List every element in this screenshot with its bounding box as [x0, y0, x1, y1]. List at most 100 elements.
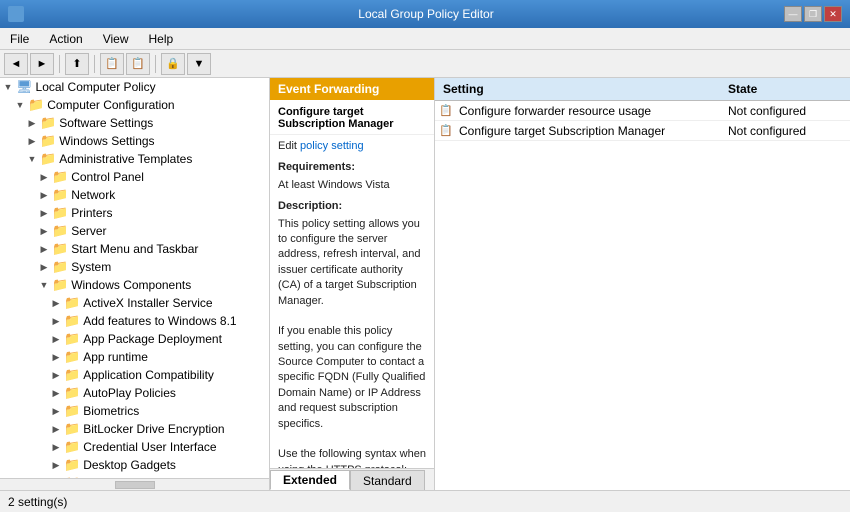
expand-btn-windows-settings[interactable]: ▶: [24, 136, 40, 147]
settings-row-0[interactable]: 📋 Configure forwarder resource usage Not…: [435, 101, 850, 121]
tree-item-network[interactable]: ▶📁Network: [0, 186, 269, 204]
tree-item-windows-settings[interactable]: ▶📁Windows Settings: [0, 132, 269, 150]
expand-btn-biometrics[interactable]: ▶: [48, 406, 64, 417]
folder-icon-app-package: 📁: [64, 331, 80, 347]
expand-btn-desktop-gadgets[interactable]: ▶: [48, 460, 64, 471]
main-area: ▼🖥Local Computer Policy▼📁Computer Config…: [0, 78, 850, 490]
tree-content: ▼🖥Local Computer Policy▼📁Computer Config…: [0, 78, 269, 478]
tree-item-system[interactable]: ▶📁System: [0, 258, 269, 276]
menu-bar: File Action View Help: [0, 28, 850, 50]
description-content: This policy setting allows you to config…: [278, 217, 426, 468]
tree-item-software-settings[interactable]: ▶📁Software Settings: [0, 114, 269, 132]
forward-button[interactable]: ►: [30, 53, 54, 75]
tree-label-desktop-gadgets: Desktop Gadgets: [83, 458, 176, 472]
menu-action[interactable]: Action: [43, 30, 88, 48]
settings-header: Setting State: [435, 78, 850, 101]
expand-btn-network[interactable]: ▶: [36, 190, 52, 201]
tree-item-desktop-gadgets[interactable]: ▶📁Desktop Gadgets: [0, 456, 269, 474]
properties-button[interactable]: 📋: [126, 53, 150, 75]
settings-row-1[interactable]: 📋 Configure target Subscription Manager …: [435, 121, 850, 141]
menu-view[interactable]: View: [97, 30, 135, 48]
tree-item-autoplay[interactable]: ▶📁AutoPlay Policies: [0, 384, 269, 402]
close-button[interactable]: ✕: [824, 6, 842, 22]
restore-button[interactable]: ❐: [804, 6, 822, 22]
tree-item-start-menu-taskbar[interactable]: ▶📁Start Menu and Taskbar: [0, 240, 269, 258]
tree-item-printers[interactable]: ▶📁Printers: [0, 204, 269, 222]
policy-setting-link[interactable]: policy setting: [300, 140, 364, 152]
folder-icon-start-menu-taskbar: 📁: [52, 241, 68, 257]
requirements-title: Requirements:: [278, 160, 426, 175]
tab-standard[interactable]: Standard: [350, 470, 425, 490]
tree-item-activex-installer[interactable]: ▶📁ActiveX Installer Service: [0, 294, 269, 312]
expand-btn-app-compat[interactable]: ▶: [48, 370, 64, 381]
tab-extended[interactable]: Extended: [270, 470, 350, 490]
tree-label-app-runtime: App runtime: [83, 350, 148, 364]
show-hide-button[interactable]: 📋: [100, 53, 124, 75]
expand-btn-autoplay[interactable]: ▶: [48, 388, 64, 399]
expand-btn-windows-components[interactable]: ▼: [36, 280, 52, 290]
filter-button[interactable]: ▼: [187, 53, 211, 75]
tree-label-windows-components: Windows Components: [71, 278, 191, 292]
tree-label-biometrics: Biometrics: [83, 404, 139, 418]
tree-label-credential-ui: Credential User Interface: [83, 440, 216, 454]
expand-btn-app-package[interactable]: ▶: [48, 334, 64, 345]
tree-item-control-panel[interactable]: ▶📁Control Panel: [0, 168, 269, 186]
col-state-header: State: [720, 80, 850, 98]
new-window-button[interactable]: 🔒: [161, 53, 185, 75]
settings-pane: Setting State 📋 Configure forwarder reso…: [435, 78, 850, 490]
tree-item-computer-configuration[interactable]: ▼📁Computer Configuration: [0, 96, 269, 114]
title-bar: Local Group Policy Editor — ❐ ✕: [0, 0, 850, 28]
folder-icon-printers: 📁: [52, 205, 68, 221]
expand-btn-credential-ui[interactable]: ▶: [48, 442, 64, 453]
folder-icon-software-settings: 📁: [40, 115, 56, 131]
edit-link-label: Edit policy setting: [278, 139, 426, 154]
expand-btn-control-panel[interactable]: ▶: [36, 172, 52, 183]
settings-row-name-1: Configure target Subscription Manager: [455, 122, 720, 140]
tree-item-add-features[interactable]: ▶📁Add features to Windows 8.1: [0, 312, 269, 330]
tree-item-app-runtime[interactable]: ▶📁App runtime: [0, 348, 269, 366]
settings-row-state-0: Not configured: [720, 102, 850, 120]
tree-item-bitlocker[interactable]: ▶📁BitLocker Drive Encryption: [0, 420, 269, 438]
expand-btn-start-menu-taskbar[interactable]: ▶: [36, 244, 52, 255]
tree-item-app-compat[interactable]: ▶📁Application Compatibility: [0, 366, 269, 384]
folder-icon-app-compat: 📁: [64, 367, 80, 383]
tree-label-computer-configuration: Computer Configuration: [47, 98, 174, 112]
menu-file[interactable]: File: [4, 30, 35, 48]
expand-btn-software-settings[interactable]: ▶: [24, 118, 40, 129]
tree-item-local-computer-policy[interactable]: ▼🖥Local Computer Policy: [0, 78, 269, 96]
description-title: Description:: [278, 199, 426, 214]
expand-btn-system[interactable]: ▶: [36, 262, 52, 273]
folder-icon-administrative-templates: 📁: [40, 151, 56, 167]
tree-item-credential-ui[interactable]: ▶📁Credential User Interface: [0, 438, 269, 456]
back-button[interactable]: ◄: [4, 53, 28, 75]
expand-btn-app-runtime[interactable]: ▶: [48, 352, 64, 363]
tree-label-bitlocker: BitLocker Drive Encryption: [83, 422, 224, 436]
tree-item-administrative-templates[interactable]: ▼📁Administrative Templates: [0, 150, 269, 168]
expand-btn-local-computer-policy[interactable]: ▼: [0, 82, 16, 92]
tree-item-windows-components[interactable]: ▼📁Windows Components: [0, 276, 269, 294]
expand-btn-activex-installer[interactable]: ▶: [48, 298, 64, 309]
tree-label-software-settings: Software Settings: [59, 116, 153, 130]
tree-label-printers: Printers: [71, 206, 112, 220]
tree-label-server: Server: [71, 224, 106, 238]
minimize-button[interactable]: —: [784, 6, 802, 22]
toolbar: ◄ ► ⬆ 📋 📋 🔒 ▼: [0, 50, 850, 78]
folder-icon-computer-configuration: 📁: [28, 97, 44, 113]
expand-btn-add-features[interactable]: ▶: [48, 316, 64, 327]
tree-label-system: System: [71, 260, 111, 274]
folder-icon-windows-settings: 📁: [40, 133, 56, 149]
tree-item-biometrics[interactable]: ▶📁Biometrics: [0, 402, 269, 420]
expand-btn-administrative-templates[interactable]: ▼: [24, 154, 40, 164]
tree-label-start-menu-taskbar: Start Menu and Taskbar: [71, 242, 198, 256]
expand-btn-server[interactable]: ▶: [36, 226, 52, 237]
expand-btn-printers[interactable]: ▶: [36, 208, 52, 219]
menu-help[interactable]: Help: [143, 30, 180, 48]
up-button[interactable]: ⬆: [65, 53, 89, 75]
expand-btn-bitlocker[interactable]: ▶: [48, 424, 64, 435]
tree-item-app-package[interactable]: ▶📁App Package Deployment: [0, 330, 269, 348]
tree-label-autoplay: AutoPlay Policies: [83, 386, 176, 400]
folder-icon-credential-ui: 📁: [64, 439, 80, 455]
expand-btn-computer-configuration[interactable]: ▼: [12, 100, 28, 110]
status-text: 2 setting(s): [8, 495, 67, 509]
tree-item-server[interactable]: ▶📁Server: [0, 222, 269, 240]
